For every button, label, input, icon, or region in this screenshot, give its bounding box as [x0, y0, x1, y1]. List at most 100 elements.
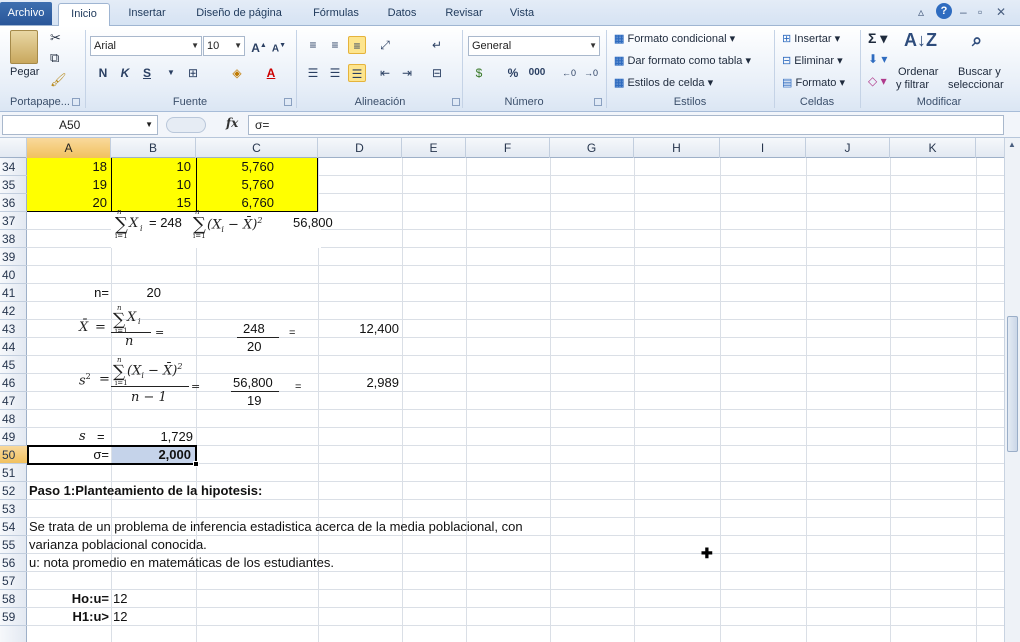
align-middle-icon[interactable]: ≡ [326, 36, 344, 54]
row-header[interactable]: 57 [0, 572, 27, 590]
find-select-label-2[interactable]: seleccionar [948, 79, 1004, 91]
increase-decimal-icon[interactable]: ←0 [560, 64, 578, 82]
cell-a35[interactable]: 19 [27, 176, 107, 194]
row-header[interactable]: 37 [0, 212, 27, 230]
insert-cells-button[interactable]: ⊞ Insertar ▾ [782, 32, 840, 45]
row-header[interactable]: 55 [0, 536, 27, 554]
row-header[interactable]: 48 [0, 410, 27, 428]
restore-window-icon[interactable]: ▫ [978, 5, 982, 19]
cell-b59[interactable]: 12 [113, 608, 127, 626]
cell-b34[interactable]: 10 [111, 158, 191, 176]
align-top-icon[interactable]: ≡ [304, 36, 322, 54]
cut-icon[interactable]: ✂ [50, 30, 61, 46]
fill-handle[interactable] [193, 461, 199, 467]
thousands-button[interactable]: 000 [526, 64, 548, 82]
select-all-corner[interactable] [0, 138, 27, 158]
number-format-combo[interactable]: General ▼ [468, 36, 600, 56]
row-header[interactable]: 45 [0, 356, 27, 374]
cell-a59[interactable]: H1:u> [27, 608, 109, 626]
cell-d43[interactable]: 12,400 [317, 320, 399, 338]
name-box[interactable]: A50 ▼ [2, 115, 158, 135]
align-right-icon[interactable]: ☰ [348, 64, 366, 82]
cell-b50[interactable]: 2,000 [111, 446, 191, 464]
format-as-table-button[interactable]: ▦ Dar formato como tabla ▾ [614, 54, 751, 67]
row-header[interactable]: 51 [0, 464, 27, 482]
delete-cells-button[interactable]: ⊟ Eliminar ▾ [782, 54, 843, 67]
cell-styles-button[interactable]: ▦ Estilos de celda ▾ [614, 76, 713, 89]
column-header-k[interactable]: K [890, 138, 976, 158]
font-color-icon[interactable]: A [262, 64, 280, 82]
row-header[interactable]: 35 [0, 176, 27, 194]
column-header-i[interactable]: I [720, 138, 806, 158]
column-header-c[interactable]: C [196, 138, 318, 158]
fill-color-icon[interactable]: ◈ [228, 64, 246, 82]
conditional-format-button[interactable]: ▦ Formato condicional ▾ [614, 32, 735, 45]
bold-button[interactable]: N [94, 64, 112, 82]
row-header[interactable]: 53 [0, 500, 27, 518]
autosum-icon[interactable]: Σ ▾ [868, 30, 887, 47]
row-header[interactable]: 59 [0, 608, 27, 626]
variance-numerator[interactable]: 56,800 [233, 374, 273, 392]
cell-a54[interactable]: Se trata de un problema de inferencia es… [29, 518, 523, 536]
borders-icon[interactable]: ⊞ [184, 64, 202, 82]
row-header[interactable]: 46 [0, 374, 27, 392]
scroll-up-icon[interactable]: ▲ [1008, 140, 1016, 149]
row-header[interactable]: 49 [0, 428, 27, 446]
tab-diseno-pagina[interactable]: Diseño de página [184, 3, 294, 25]
italic-button[interactable]: K [116, 64, 134, 82]
cell-c36[interactable]: 6,760 [196, 194, 274, 212]
formula-bar-splitter[interactable] [166, 117, 206, 133]
find-select-icon[interactable]: ⌕ [962, 30, 992, 51]
find-select-label-1[interactable]: Buscar y [958, 66, 1001, 78]
align-center-icon[interactable]: ☰ [326, 64, 344, 82]
sort-filter-icon[interactable]: A↓Z [904, 30, 937, 51]
clipboard-launcher-icon[interactable] [72, 98, 80, 106]
minimize-window-icon[interactable]: – [960, 5, 967, 19]
tab-archivo[interactable]: Archivo [0, 2, 52, 25]
increase-indent-icon[interactable]: ⇥ [398, 64, 416, 82]
font-size-combo[interactable]: 10 ▼ [203, 36, 245, 56]
row-header[interactable]: 47 [0, 392, 27, 410]
cell-b49[interactable]: 1,729 [111, 428, 193, 446]
worksheet-grid[interactable]: 18 10 5,760 19 10 5,760 20 15 6,760 ∑ n … [27, 158, 1004, 642]
row-header[interactable]: 42 [0, 302, 27, 320]
percent-button[interactable]: % [504, 64, 522, 82]
paste-icon[interactable] [10, 30, 38, 64]
name-box-dropdown-icon[interactable]: ▼ [145, 116, 153, 134]
alignment-launcher-icon[interactable] [452, 98, 460, 106]
cell-b35[interactable]: 10 [111, 176, 191, 194]
copy-icon[interactable]: ⧉ [50, 50, 59, 66]
cell-d46[interactable]: 2,989 [317, 374, 399, 392]
close-workbook-icon[interactable]: ✕ [996, 5, 1006, 19]
variance-denominator[interactable]: 19 [247, 392, 261, 410]
row-header-selected[interactable]: 50 [0, 446, 27, 464]
align-bottom-icon[interactable]: ≡ [348, 36, 366, 54]
row-header[interactable]: 43 [0, 320, 27, 338]
clear-icon[interactable]: ◇ ▾ [868, 74, 887, 88]
cell-a34[interactable]: 18 [27, 158, 107, 176]
sum-sq-result[interactable]: 56,800 [293, 214, 333, 232]
cell-a55[interactable]: varianza poblacional conocida. [29, 536, 207, 554]
column-header-b[interactable]: B [111, 138, 196, 158]
cell-c35[interactable]: 5,760 [196, 176, 274, 194]
sort-filter-label-2[interactable]: y filtrar [896, 79, 929, 91]
column-header-d[interactable]: D [318, 138, 402, 158]
column-header-f[interactable]: F [466, 138, 550, 158]
cell-b36[interactable]: 15 [111, 194, 191, 212]
fill-icon[interactable]: ⬇ ▾ [868, 52, 887, 66]
cell-a58[interactable]: Ho:u= [27, 590, 109, 608]
row-header[interactable]: 56 [0, 554, 27, 572]
row-header[interactable]: 58 [0, 590, 27, 608]
grow-font-icon[interactable]: A▲ [250, 37, 268, 55]
tab-inicio[interactable]: Inicio [58, 3, 110, 27]
row-header[interactable]: 54 [0, 518, 27, 536]
underline-dropdown-icon[interactable]: ▼ [162, 64, 180, 82]
cell-a36[interactable]: 20 [27, 194, 107, 212]
tab-vista[interactable]: Vista [500, 3, 544, 25]
format-painter-icon[interactable]: 🖌 [50, 72, 67, 88]
currency-icon[interactable]: $ [470, 64, 488, 82]
column-header-j[interactable]: J [806, 138, 890, 158]
number-launcher-icon[interactable] [594, 98, 602, 106]
row-header[interactable]: 39 [0, 248, 27, 266]
paste-button-label[interactable]: Pegar [10, 66, 39, 78]
